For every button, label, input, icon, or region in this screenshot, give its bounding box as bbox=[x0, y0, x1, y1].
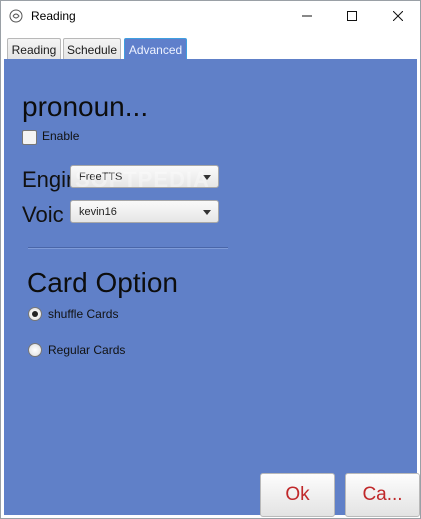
radio-selected-dot bbox=[32, 311, 38, 317]
tab-reading[interactable]: Reading bbox=[7, 38, 61, 60]
app-icon bbox=[9, 9, 23, 23]
enable-label: Enable bbox=[42, 129, 80, 143]
maximize-button[interactable] bbox=[329, 1, 375, 31]
ok-button[interactable]: Ok bbox=[260, 473, 335, 517]
minimize-icon bbox=[302, 15, 312, 17]
pronounce-heading: pronoun... bbox=[22, 91, 149, 122]
card-option-heading: Card Option bbox=[27, 267, 178, 298]
voice-label: Voic bbox=[22, 202, 64, 227]
window-title: Reading bbox=[31, 9, 76, 23]
shuffle-cards-radio[interactable] bbox=[28, 307, 42, 321]
divider bbox=[28, 247, 228, 249]
minimize-button[interactable] bbox=[284, 1, 330, 31]
maximize-icon bbox=[347, 11, 357, 21]
enable-checkbox[interactable] bbox=[22, 130, 37, 145]
title-bar: Reading bbox=[1, 1, 420, 31]
close-button[interactable] bbox=[375, 1, 420, 31]
tab-schedule[interactable]: Schedule bbox=[63, 38, 121, 60]
regular-cards-radio[interactable] bbox=[28, 343, 42, 357]
tab-bar: Reading Schedule Advanced bbox=[1, 35, 420, 61]
tab-advanced[interactable]: Advanced bbox=[124, 38, 187, 60]
chevron-down-icon bbox=[203, 210, 211, 215]
regular-cards-label: Regular Cards bbox=[48, 343, 126, 357]
voice-value: kevin16 bbox=[79, 206, 117, 218]
close-icon bbox=[393, 11, 403, 21]
shuffle-cards-label: shuffle Cards bbox=[48, 307, 119, 321]
cancel-button[interactable]: Ca... bbox=[345, 473, 420, 517]
watermark: SOFTPEDIA bbox=[75, 167, 210, 192]
voice-select[interactable]: kevin16 bbox=[70, 200, 219, 223]
